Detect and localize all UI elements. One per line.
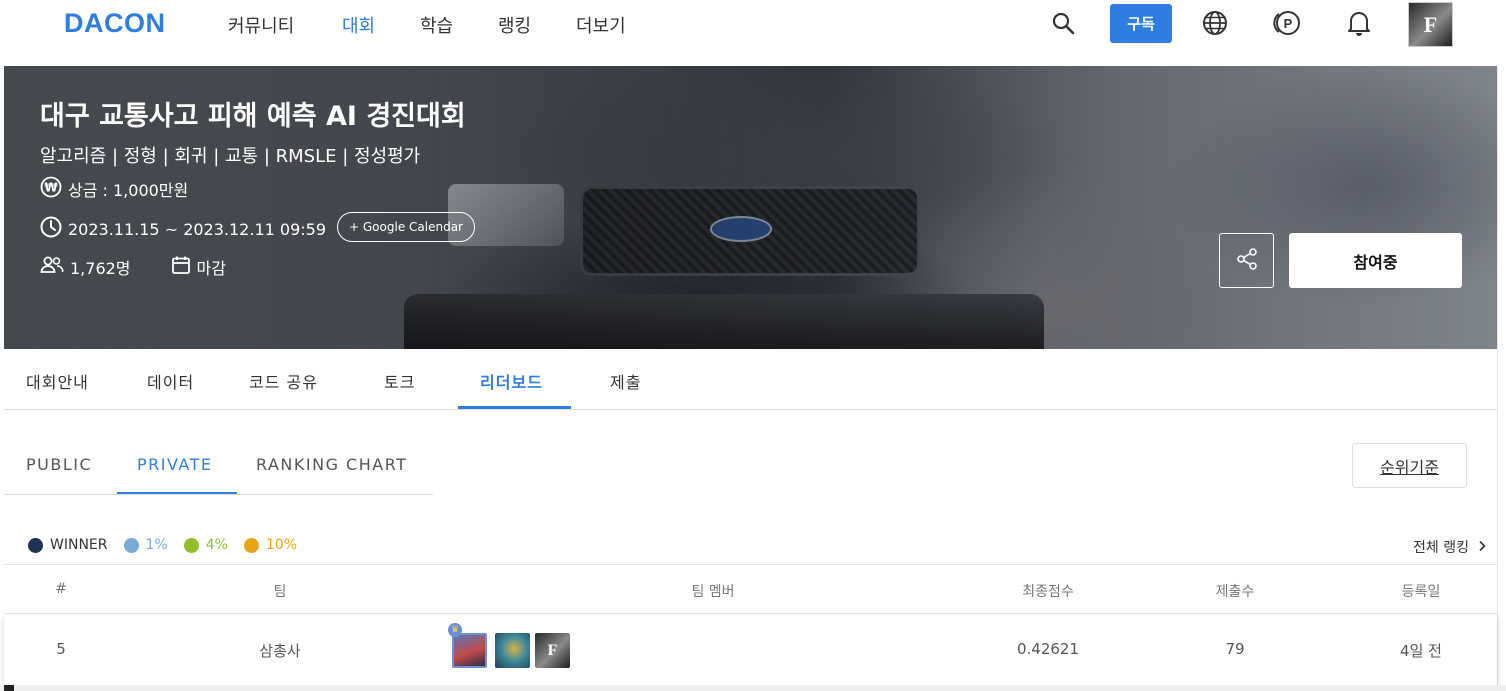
legend-10pct: 10% <box>243 537 298 553</box>
tab-overview[interactable]: 대회안내 <box>26 369 89 393</box>
horizontal-scrollbar[interactable] <box>0 685 1506 691</box>
row-rank: 5 <box>56 640 66 658</box>
competition-title: 대구 교통사고 피해 예측 AI 경진대회 <box>40 101 466 132</box>
user-avatar[interactable]: F <box>1408 2 1453 47</box>
column-rank: # <box>55 581 67 597</box>
people-icon <box>40 255 64 279</box>
member-avatar[interactable] <box>452 633 487 668</box>
legend-1pct: 1% <box>123 537 168 553</box>
prize-text: 상금 : 1,000만원 <box>68 181 189 200</box>
nav-item-more[interactable]: 더보기 <box>576 12 626 38</box>
column-final-score: 최종점수 <box>1022 584 1074 600</box>
legend-label-10pct: 10% <box>265 537 298 553</box>
period-row: 2023.11.15 ~ 2023.12.11 09:59 <box>40 216 326 242</box>
row-registered: 4일 전 <box>1400 642 1442 660</box>
clock-icon <box>40 216 62 242</box>
competition-tabs: 대회안내 데이터 코드 공유 토크 리더보드 제출 <box>4 349 1497 410</box>
top-navigation: DACON 커뮤니티 대회 학습 랭킹 더보기 구독 P F <box>0 0 1506 66</box>
page-edge-divider <box>1497 66 1498 691</box>
calendar-icon <box>171 255 191 279</box>
legend-dot-winner <box>28 537 43 553</box>
globe-icon[interactable] <box>1200 8 1230 38</box>
legend-label-1pct: 1% <box>145 537 168 553</box>
column-submissions: 제출수 <box>1215 584 1255 600</box>
crown-icon: ♛ <box>448 623 462 637</box>
participants-text: 1,762명 <box>70 259 131 278</box>
tab-private[interactable]: PRIVATE <box>137 455 213 474</box>
prize-row: ₩ 상금 : 1,000만원 <box>40 176 188 202</box>
tab-public[interactable]: PUBLIC <box>26 455 92 474</box>
dacon-logo[interactable]: DACON <box>64 8 166 39</box>
row-submissions: 79 <box>1225 640 1245 658</box>
member-avatar[interactable]: F <box>535 633 570 668</box>
tab-submit[interactable]: 제출 <box>610 369 641 393</box>
tab-code-share[interactable]: 코드 공유 <box>249 369 318 393</box>
row-final-score: 0.42621 <box>1016 640 1080 658</box>
row-team-name[interactable]: 삼총사 <box>259 640 300 661</box>
subscribe-button[interactable]: 구독 <box>1110 4 1172 43</box>
leaderboard-tabs: PUBLIC PRIVATE RANKING CHART <box>4 440 433 495</box>
legend-label-4pct: 4% <box>205 537 228 553</box>
rank-legend: WINNER 1% 4% 10% <box>28 537 313 553</box>
nav-item-competition[interactable]: 대회 <box>342 12 375 38</box>
legend-dot-4pct <box>183 537 199 553</box>
column-registered: 등록일 <box>1401 584 1441 600</box>
column-team: 팀 <box>273 584 287 600</box>
svg-text:P: P <box>1284 16 1293 31</box>
join-status-button[interactable]: 참여중 <box>1289 233 1462 288</box>
search-icon[interactable] <box>1048 8 1078 38</box>
active-tab-indicator <box>458 406 571 409</box>
nav-item-ranking[interactable]: 랭킹 <box>498 12 531 38</box>
table-row[interactable]: 5 삼총사 ♛ F 0.42621 79 4일 전 <box>4 615 1497 685</box>
share-icon <box>1234 246 1260 276</box>
member-avatar[interactable] <box>495 633 530 668</box>
legend-winner: WINNER <box>28 537 108 553</box>
rank-basis-button[interactable]: 순위기준 <box>1352 443 1467 488</box>
leaderboard-tab-indicator <box>117 492 237 494</box>
svg-text:₩: ₩ <box>44 181 58 195</box>
tab-data[interactable]: 데이터 <box>147 369 194 393</box>
point-icon[interactable]: P <box>1272 8 1302 38</box>
legend-dot-1pct <box>123 537 139 553</box>
bell-icon[interactable] <box>1344 8 1374 38</box>
status-text: 마감 <box>196 259 226 278</box>
leaderboard-table-header: # 팀 팀 멤버 최종점수 제출수 등록일 <box>4 564 1497 614</box>
won-icon: ₩ <box>40 176 62 202</box>
nav-item-learning[interactable]: 학습 <box>420 12 453 38</box>
member-avatar-glyph: F <box>547 641 558 659</box>
scrollbar-thumb[interactable] <box>4 685 14 691</box>
competition-tags: 알고리즘 | 정형 | 회귀 | 교통 | RMSLE | 정성평가 <box>40 146 421 167</box>
chevron-right-icon <box>1473 540 1487 556</box>
column-members: 팀 멤버 <box>691 584 735 600</box>
avatar-glyph: F <box>1423 11 1438 37</box>
legend-label-winner: WINNER <box>50 537 108 553</box>
tab-leaderboard[interactable]: 리더보드 <box>480 369 543 393</box>
legend-dot-10pct <box>243 537 259 553</box>
full-ranking-link[interactable]: 전체 랭킹 <box>1413 537 1487 557</box>
tab-ranking-chart[interactable]: RANKING CHART <box>256 455 407 474</box>
nav-item-community[interactable]: 커뮤니티 <box>228 12 294 38</box>
competition-banner: 대구 교통사고 피해 예측 AI 경진대회 알고리즘 | 정형 | 회귀 | 교… <box>4 66 1497 349</box>
legend-4pct: 4% <box>183 537 228 553</box>
period-text: 2023.11.15 ~ 2023.12.11 09:59 <box>68 219 326 239</box>
share-button[interactable] <box>1219 233 1274 288</box>
full-ranking-label: 전체 랭킹 <box>1413 540 1469 556</box>
google-calendar-button[interactable]: + Google Calendar <box>337 212 475 242</box>
participants-row: 1,762명 마감 <box>40 255 226 279</box>
tab-talk[interactable]: 토크 <box>384 369 415 393</box>
